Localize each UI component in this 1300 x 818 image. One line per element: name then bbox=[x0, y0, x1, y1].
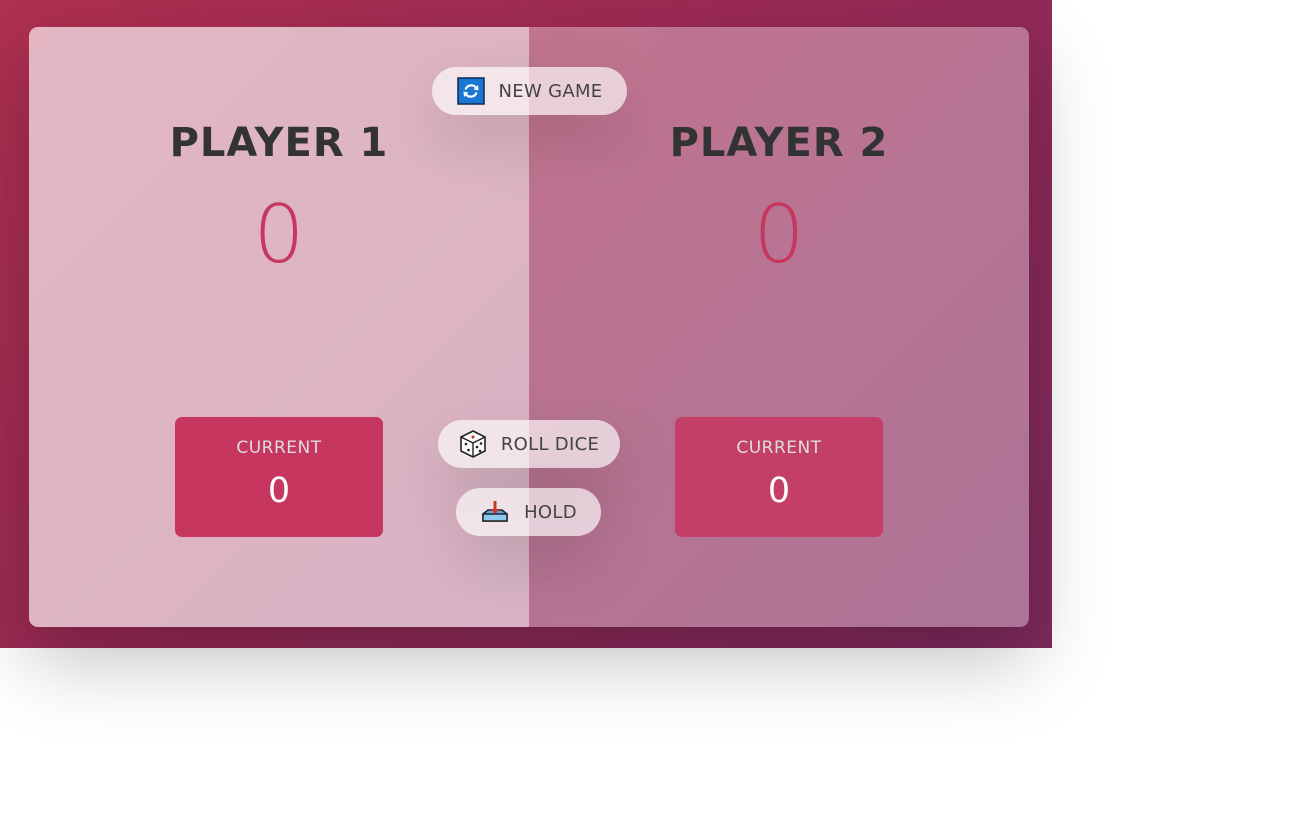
dice-icon bbox=[459, 429, 487, 459]
roll-dice-label: ROLL DICE bbox=[500, 433, 600, 455]
new-game-label: NEW GAME bbox=[498, 80, 603, 102]
game-board: PLAYER 1 0 CURRENT 0 PLAYER 2 0 CURRENT … bbox=[29, 27, 1029, 627]
player-1-total-score: 0 bbox=[253, 188, 305, 281]
player-1-current-box: CURRENT 0 bbox=[175, 417, 383, 537]
refresh-icon bbox=[456, 77, 485, 105]
new-game-button[interactable]: NEW GAME bbox=[432, 67, 627, 115]
player-1-current-score: 0 bbox=[267, 471, 291, 511]
player-2-current-label: CURRENT bbox=[736, 438, 822, 458]
player-2-current-box: CURRENT 0 bbox=[675, 417, 883, 537]
hold-label: HOLD bbox=[524, 501, 577, 523]
hold-button[interactable]: HOLD bbox=[456, 488, 601, 536]
player-1-panel: PLAYER 1 0 CURRENT 0 bbox=[29, 27, 529, 627]
player-1-current-label: CURRENT bbox=[236, 438, 322, 458]
player-2-panel: PLAYER 2 0 CURRENT 0 bbox=[529, 27, 1029, 627]
player-2-total-score: 0 bbox=[753, 188, 805, 281]
hold-icon bbox=[480, 500, 510, 524]
roll-dice-button[interactable]: ROLL DICE bbox=[438, 420, 620, 468]
player-1-name: PLAYER 1 bbox=[169, 120, 389, 166]
player-2-current-score: 0 bbox=[767, 471, 791, 511]
player-2-name: PLAYER 2 bbox=[669, 120, 889, 166]
